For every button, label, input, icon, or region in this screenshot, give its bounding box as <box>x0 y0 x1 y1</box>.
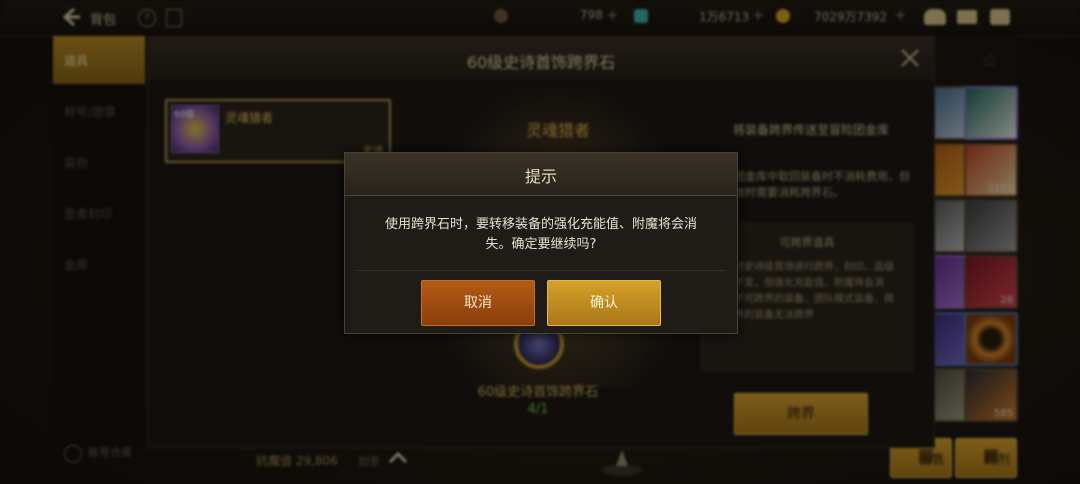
cancel-button[interactable]: 取消 <box>421 280 535 326</box>
popup-header: 提示 <box>345 153 737 196</box>
confirm-button[interactable]: 确认 <box>547 280 661 326</box>
confirm-popup: 提示 使用跨界石时，要转移装备的强化充能值、附魔将会消失。确定要继续吗? 取消 … <box>344 152 738 334</box>
popup-message: 使用跨界石时，要转移装备的强化充能值、附魔将会消失。确定要继续吗? <box>384 217 697 252</box>
popup-title: 提示 <box>524 167 557 186</box>
divider <box>357 270 725 271</box>
